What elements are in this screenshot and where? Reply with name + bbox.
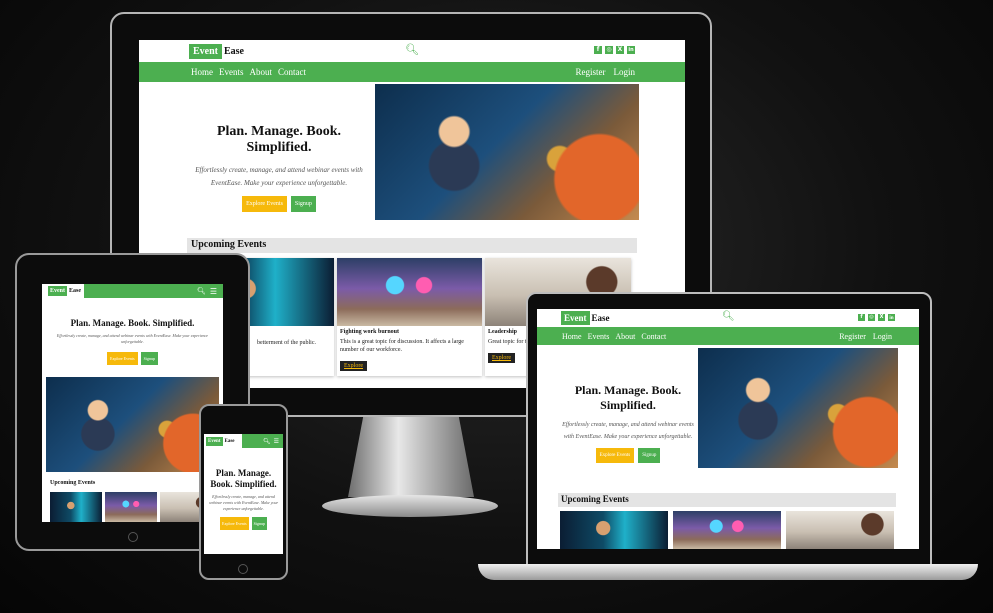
nav-events[interactable]: Events — [588, 332, 610, 341]
upcoming-events-heading: Upcoming Events — [558, 493, 896, 507]
hamburger-menu-icon[interactable]: ☰ — [274, 438, 279, 445]
nav-contact[interactable]: Contact — [278, 67, 306, 77]
main-nav: Home Events About Contact Register Login — [537, 327, 919, 345]
facebook-icon[interactable]: f — [858, 314, 865, 321]
card-title: Fighting work burnout — [340, 329, 400, 335]
search-icon[interactable]: 🔍︎ — [405, 43, 419, 56]
signup-button[interactable]: Signup — [290, 196, 316, 212]
x-icon[interactable]: X — [616, 46, 624, 54]
hero-subtitle: Effortlessly create, manage, and attend … — [195, 166, 363, 187]
nav-about[interactable]: About — [615, 332, 635, 341]
nav-contact[interactable]: Contact — [641, 332, 666, 341]
nav-register[interactable]: Register — [576, 67, 606, 77]
nav-login[interactable]: Login — [614, 67, 636, 77]
nav-about[interactable]: About — [250, 67, 273, 77]
hero-image — [698, 348, 898, 468]
site-logo[interactable]: Event Ease — [189, 42, 246, 60]
hero-title: Plan. Manage. Book. Simplified. — [70, 318, 195, 328]
instagram-icon[interactable]: ◎ — [868, 314, 875, 321]
card-image — [50, 492, 102, 522]
hero-image — [46, 377, 219, 472]
upcoming-events-heading: Upcoming Events — [50, 480, 96, 486]
card-text: This is a great topic for discussion. It… — [340, 339, 464, 353]
upcoming-events-heading: Upcoming Events — [187, 238, 637, 253]
nav-events[interactable]: Events — [219, 67, 244, 77]
phone-home-button — [238, 564, 248, 574]
search-icon[interactable]: 🔍︎ — [722, 311, 735, 322]
signup-button[interactable]: Signup — [251, 517, 267, 530]
laptop: Event Ease 🔍︎ f ◎ X in Home Events About… — [478, 292, 978, 582]
phone: Event Ease 🔍︎ ☰ Plan. Manage. Book. Simp… — [199, 404, 288, 580]
search-icon[interactable]: 🔍︎ — [197, 287, 206, 295]
x-icon[interactable]: X — [878, 314, 885, 321]
site-logo[interactable]: Event Ease — [561, 311, 612, 325]
hero-title: Plan. Manage. Book. Simplified. — [574, 383, 682, 412]
search-icon[interactable]: 🔍︎ — [263, 438, 271, 445]
monitor-base — [322, 495, 498, 517]
linkedin-icon[interactable]: in — [888, 314, 895, 321]
explore-events-button[interactable]: Explore Events — [595, 448, 635, 463]
card-image — [337, 258, 482, 326]
nav-home[interactable]: Home — [191, 67, 213, 77]
monitor-stand — [348, 417, 474, 497]
nav-register[interactable]: Register — [839, 332, 866, 341]
tablet-screen: Event Ease 🔍︎ ☰ Plan. Manage. Book. Simp… — [42, 284, 223, 522]
laptop-screen: Event Ease 🔍︎ f ◎ X in Home Events About… — [537, 309, 919, 549]
hero-title: Plan. Manage. Book. Simplified. — [210, 468, 277, 489]
card-explore-link[interactable]: Explore — [340, 361, 367, 371]
hero-subtitle: Effortlessly create, manage, and attend … — [56, 333, 209, 344]
nav-login[interactable]: Login — [873, 332, 892, 341]
hero-image — [375, 84, 639, 220]
hero-subtitle: Effortlessly create, manage, and attend … — [562, 422, 694, 440]
signup-button[interactable]: Signup — [638, 448, 661, 463]
signup-button[interactable]: Signup — [140, 352, 158, 365]
card-image — [786, 511, 894, 549]
nav-home[interactable]: Home — [562, 332, 582, 341]
phone-screen: Event Ease 🔍︎ ☰ Plan. Manage. Book. Simp… — [204, 434, 283, 554]
explore-events-button[interactable]: Explore Events — [242, 196, 287, 212]
facebook-icon[interactable]: f — [594, 46, 602, 54]
social-icons: f ◎ X in — [855, 314, 895, 321]
card-image — [673, 511, 781, 549]
main-nav: Home Events About Contact Register Login — [139, 62, 685, 82]
site-logo[interactable]: Event Ease — [206, 436, 237, 446]
explore-events-button[interactable]: Explore Events — [220, 517, 249, 530]
instagram-icon[interactable]: ◎ — [605, 46, 613, 54]
explore-events-button[interactable]: Explore Events — [107, 352, 138, 365]
linkedin-icon[interactable]: in — [627, 46, 635, 54]
event-card: Fighting work burnout This is a great to… — [337, 258, 482, 376]
hero-title: Plan. Manage. Book. Simplified. — [216, 124, 342, 155]
site-logo[interactable]: Event Ease — [48, 286, 83, 296]
card-image — [560, 511, 668, 549]
social-icons: f ◎ X in — [591, 46, 635, 54]
laptop-base — [478, 564, 978, 580]
tablet-home-button — [128, 532, 138, 542]
hamburger-menu-icon[interactable]: ☰ — [210, 287, 217, 296]
hero-subtitle: Effortlessly create, manage, and attend … — [208, 494, 279, 511]
card-image — [105, 492, 157, 522]
